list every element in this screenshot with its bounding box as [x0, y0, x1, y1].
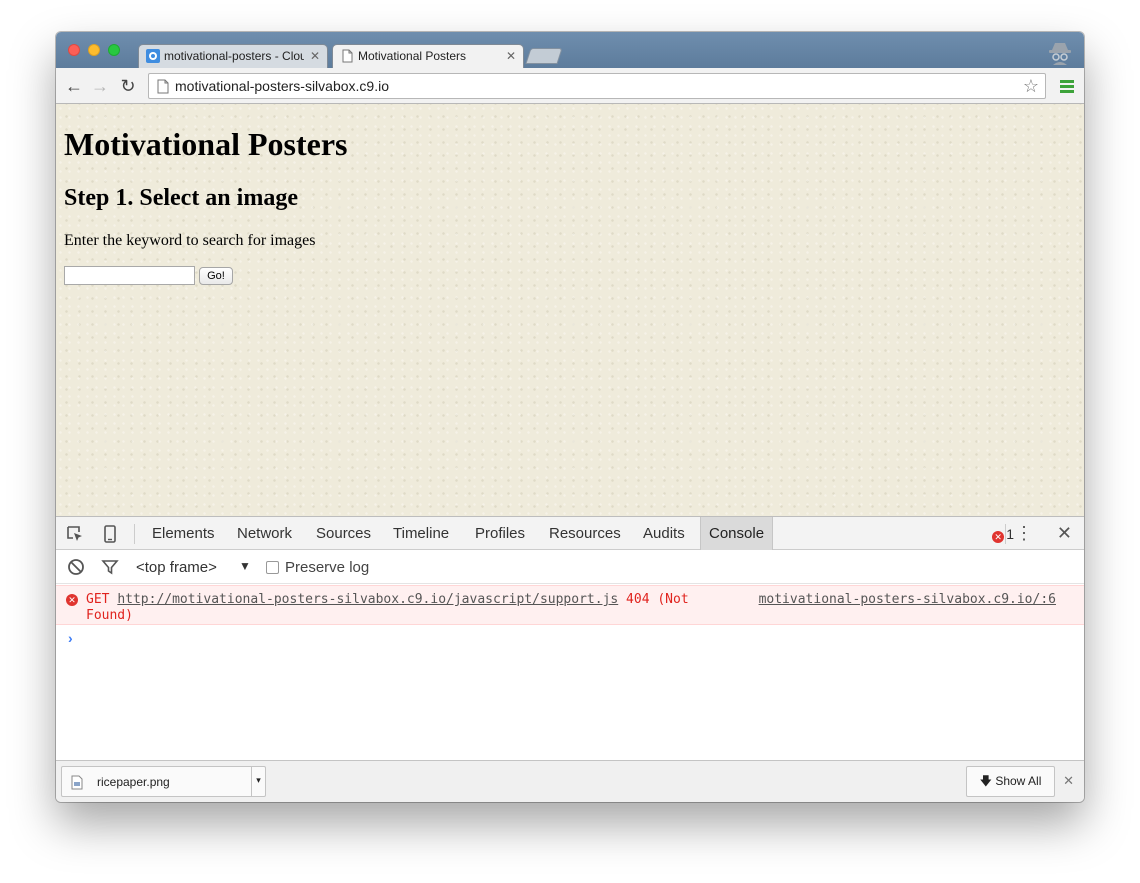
- toolbar-divider: [134, 524, 135, 544]
- new-tab-button[interactable]: [525, 48, 563, 64]
- tab-resources[interactable]: Resources: [541, 517, 629, 550]
- chrome-menu-icon[interactable]: [1060, 80, 1074, 93]
- back-arrow-icon[interactable]: ←: [64, 76, 84, 96]
- error-status-continued: Found): [86, 608, 133, 623]
- tab-cloud9[interactable]: motivational-posters - Clou ✕: [138, 44, 328, 68]
- preserve-log-checkbox[interactable]: [266, 561, 279, 574]
- window-maximize-button[interactable]: [108, 44, 120, 56]
- window-close-button[interactable]: [68, 44, 80, 56]
- forward-arrow-icon[interactable]: →: [90, 76, 110, 96]
- error-icon: ✕: [66, 594, 78, 606]
- step-heading: Step 1. Select an image: [64, 185, 298, 211]
- download-shelf: ricepaper.png ▾ 🡇 Show All ✕: [56, 760, 1084, 802]
- tab-close-icon[interactable]: ✕: [506, 44, 516, 68]
- show-all-downloads-button[interactable]: 🡇 Show All: [966, 766, 1055, 797]
- error-icon: ✕: [992, 531, 1005, 543]
- download-arrow-icon: 🡇: [979, 774, 992, 788]
- tab-console[interactable]: Console: [700, 517, 774, 550]
- preserve-log-label: Preserve log: [285, 559, 370, 576]
- toolbar-divider: [1005, 524, 1006, 544]
- tab-sources[interactable]: Sources: [308, 517, 379, 550]
- incognito-icon: [1049, 43, 1071, 65]
- tab-motivational-posters[interactable]: Motivational Posters ✕: [332, 44, 524, 68]
- bookmark-star-icon[interactable]: ☆: [1023, 76, 1039, 97]
- tab-profiles[interactable]: Profiles: [467, 517, 533, 550]
- tab-title: Motivational Posters: [358, 49, 467, 63]
- window-minimize-button[interactable]: [88, 44, 100, 56]
- devtools-close-icon[interactable]: ✕: [1057, 523, 1072, 544]
- console-error-message: ✕ GET http://motivational-posters-silvab…: [56, 585, 1084, 625]
- go-button[interactable]: Go!: [199, 267, 233, 285]
- error-line: GET http://motivational-posters-silvabox…: [86, 592, 689, 607]
- devtools-tab-bar: Elements Network Sources Timeline Profil…: [56, 517, 1084, 550]
- tab-strip: motivational-posters - Clou ✕ Motivation…: [56, 32, 1084, 68]
- tab-title: motivational-posters - Clou: [164, 49, 304, 63]
- url-text: motivational-posters-silvabox.c9.io: [175, 78, 389, 94]
- search-instruction: Enter the keyword to search for images: [64, 232, 316, 249]
- tab-audits[interactable]: Audits: [635, 517, 693, 550]
- image-file-icon: [71, 775, 83, 790]
- console-prompt-icon[interactable]: ›: [68, 630, 73, 646]
- error-counter[interactable]: ✕ 1: [992, 526, 1014, 543]
- download-item[interactable]: ricepaper.png ▾: [61, 766, 266, 797]
- tab-timeline[interactable]: Timeline: [385, 517, 457, 550]
- tab-elements[interactable]: Elements: [144, 517, 223, 550]
- show-all-label: Show All: [995, 774, 1042, 788]
- cloud9-favicon-icon: [146, 49, 160, 63]
- page-icon: [157, 79, 169, 94]
- clear-console-icon[interactable]: [67, 558, 85, 576]
- error-url-link[interactable]: http://motivational-posters-silvabox.c9.…: [117, 592, 618, 607]
- filter-icon[interactable]: [101, 558, 119, 576]
- frame-selector[interactable]: <top frame>: [136, 559, 217, 576]
- address-bar[interactable]: motivational-posters-silvabox.c9.io ☆: [148, 73, 1046, 99]
- more-options-icon[interactable]: ⋮: [1015, 524, 1033, 542]
- inspect-element-icon[interactable]: [66, 525, 84, 543]
- dropdown-arrow-icon[interactable]: ▼: [239, 559, 251, 573]
- tab-close-icon[interactable]: ✕: [310, 44, 320, 68]
- page-title: Motivational Posters: [64, 126, 348, 162]
- devtools-panel: Elements Network Sources Timeline Profil…: [56, 516, 1084, 760]
- console-toolbar: <top frame> ▼ Preserve log: [56, 550, 1084, 584]
- tab-network[interactable]: Network: [229, 517, 300, 550]
- error-method: GET: [86, 592, 110, 607]
- download-file-name: ricepaper.png: [97, 775, 170, 789]
- error-source-link[interactable]: motivational-posters-silvabox.c9.io/:6: [759, 592, 1056, 607]
- page-content: Motivational Posters Step 1. Select an i…: [56, 104, 1084, 516]
- device-mode-icon[interactable]: [101, 525, 119, 543]
- download-menu-arrow-icon[interactable]: ▾: [251, 767, 265, 796]
- page-favicon-icon: [342, 49, 353, 63]
- error-count-value: 1: [1006, 526, 1014, 542]
- browser-window: motivational-posters - Clou ✕ Motivation…: [56, 32, 1084, 802]
- browser-toolbar: ← → ↻ motivational-posters-silvabox.c9.i…: [56, 68, 1084, 104]
- reload-icon[interactable]: ↻: [118, 76, 138, 96]
- shelf-close-icon[interactable]: ✕: [1063, 773, 1074, 789]
- error-status: 404 (Not: [626, 592, 689, 607]
- keyword-search-input[interactable]: [64, 266, 195, 285]
